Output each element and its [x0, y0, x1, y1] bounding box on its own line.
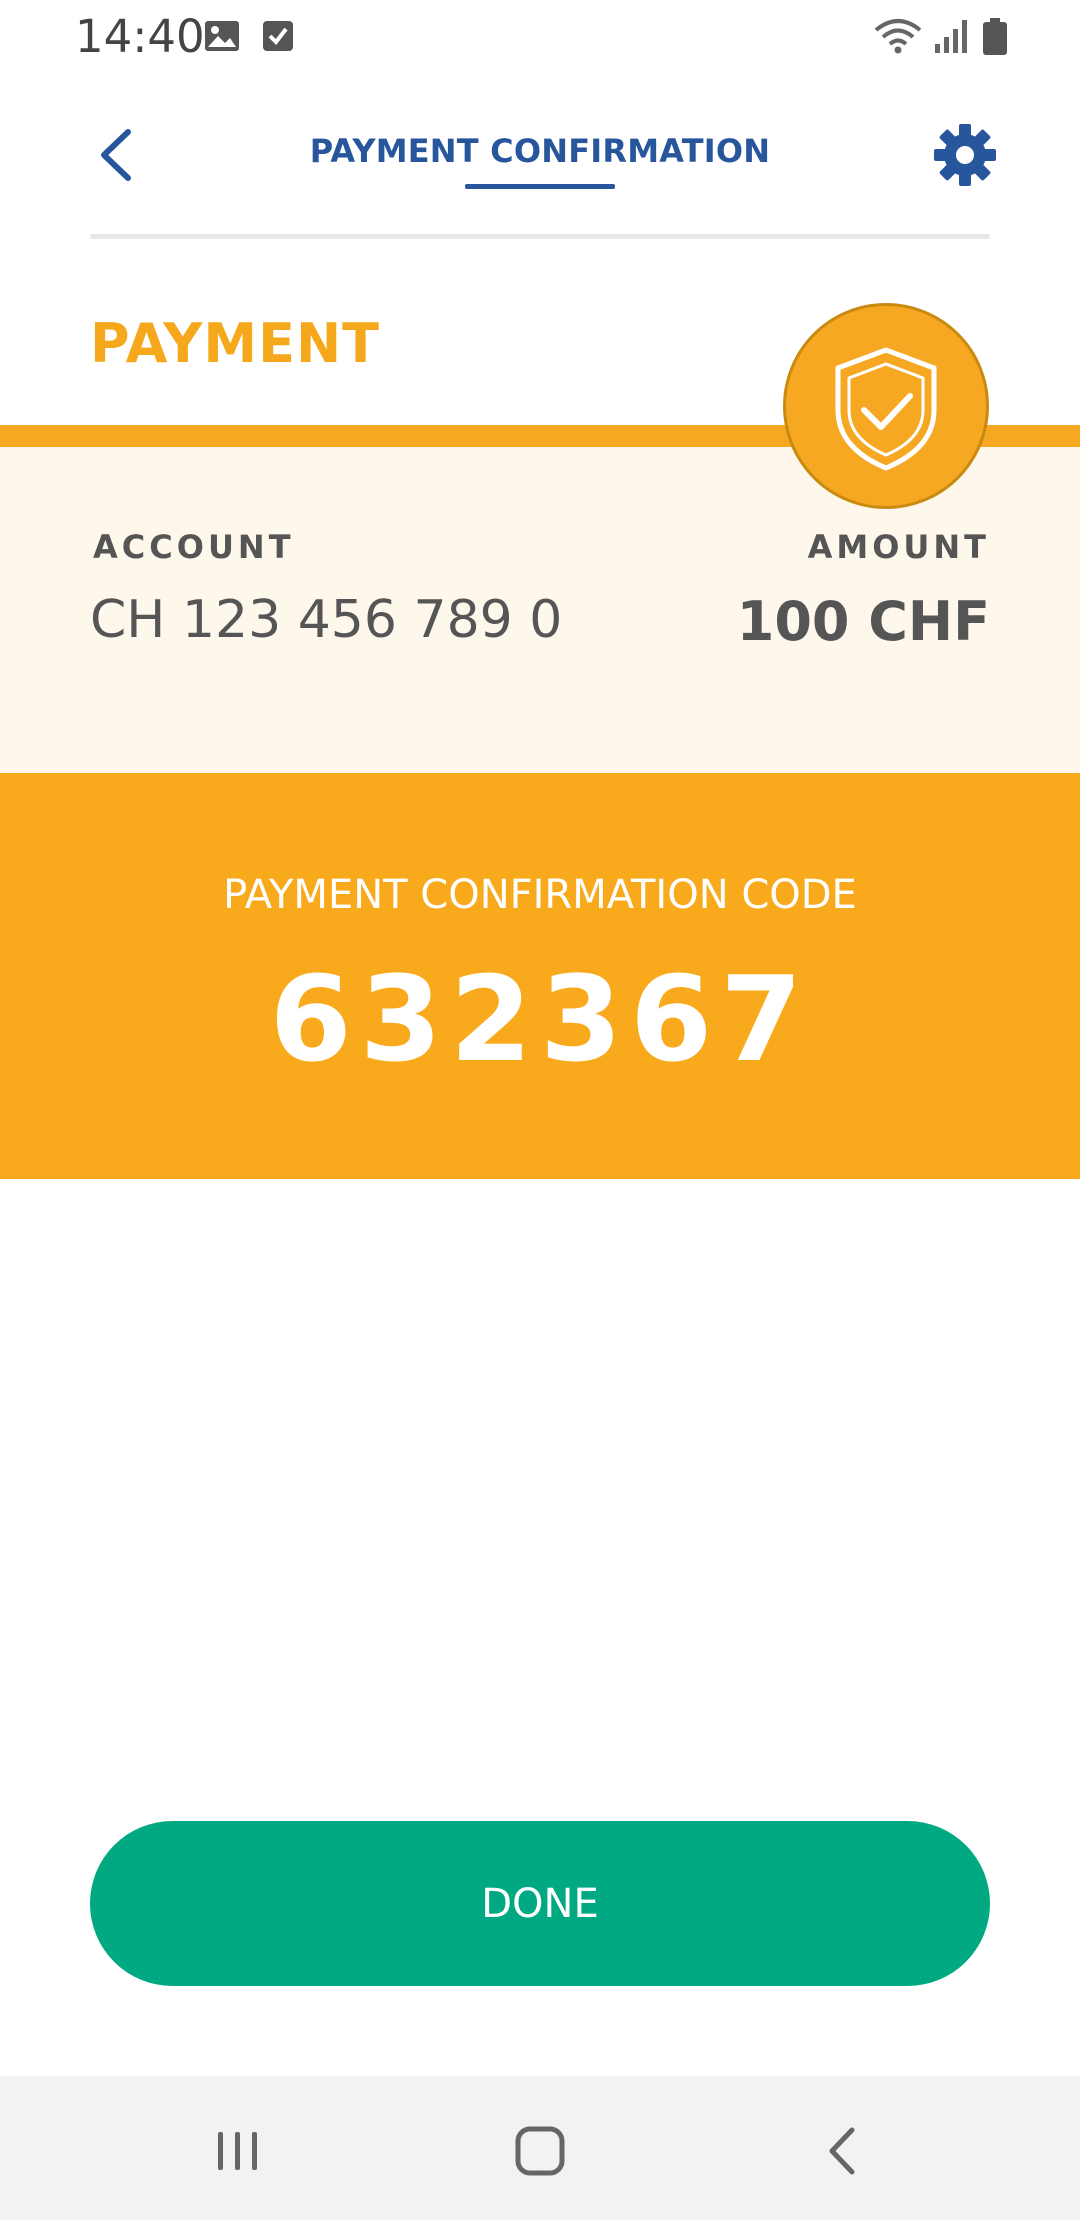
- home-icon: [505, 2126, 575, 2190]
- status-time: 14:40: [75, 10, 205, 63]
- image-icon: [204, 18, 240, 59]
- shield-check-icon: [786, 347, 986, 510]
- status-bar: 14:40: [0, 0, 1080, 80]
- amount-value: 100 CHF: [736, 590, 990, 653]
- battery-icon: [982, 18, 1008, 61]
- title-underline: [465, 184, 615, 189]
- shield-badge: [783, 303, 989, 509]
- confirmation-code: 632367: [269, 950, 811, 1088]
- settings-button[interactable]: [932, 122, 998, 188]
- back-icon: [808, 2127, 878, 2190]
- signal-icon: [935, 18, 969, 59]
- done-button[interactable]: DONE: [90, 1821, 990, 1986]
- account-value: CH 123 456 789 0: [90, 590, 563, 650]
- recents-icon: [203, 2132, 273, 2190]
- gear-icon: [932, 124, 998, 192]
- confirmation-code-label: PAYMENT CONFIRMATION CODE: [223, 872, 857, 918]
- amount-label: AMOUNT: [807, 528, 990, 566]
- recents-button[interactable]: [203, 2116, 273, 2186]
- chevron-left-icon: [88, 129, 148, 194]
- account-label: ACCOUNT: [93, 528, 295, 566]
- checkbox-icon: [262, 18, 294, 59]
- home-button[interactable]: [505, 2116, 575, 2186]
- section-title: PAYMENT: [90, 312, 380, 375]
- wifi-icon: [874, 18, 922, 61]
- header-divider: [90, 234, 990, 239]
- nav-back-button[interactable]: [808, 2116, 878, 2186]
- system-nav-bar: [0, 2076, 1080, 2220]
- page-title: PAYMENT CONFIRMATION: [309, 132, 771, 170]
